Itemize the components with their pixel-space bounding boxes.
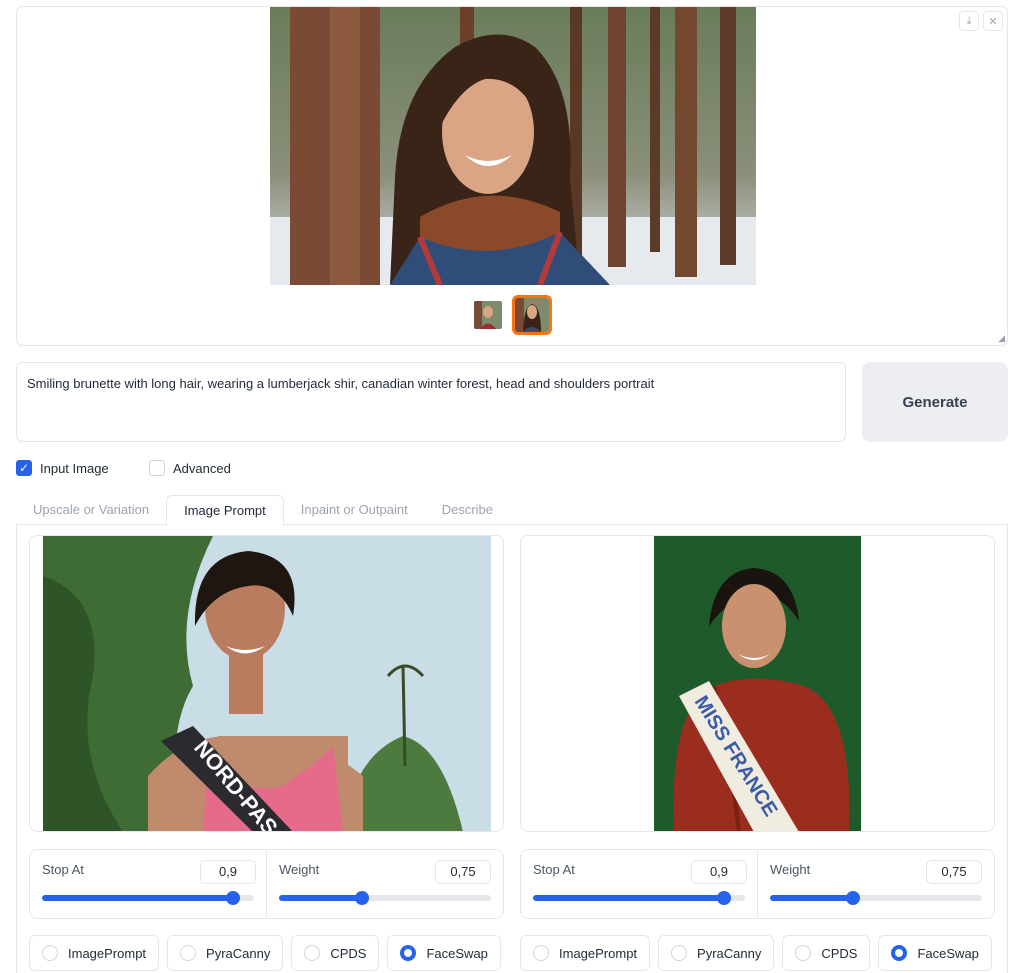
- download-icon[interactable]: ⤓: [959, 11, 979, 31]
- stop-at-input[interactable]: 0,9: [691, 860, 747, 884]
- stop-at-input[interactable]: 0,9: [200, 860, 256, 884]
- radio-label: ImagePrompt: [68, 945, 147, 961]
- slider-fill: [279, 895, 362, 901]
- slider-fill: [42, 895, 233, 901]
- radio-imageprompt[interactable]: ImagePrompt: [29, 935, 160, 971]
- thumbnail-1[interactable]: [472, 299, 504, 331]
- radio-cpds[interactable]: CPDS: [782, 935, 871, 971]
- radio-circle-icon[interactable]: [795, 945, 812, 961]
- stop-at-slider[interactable]: [533, 891, 745, 905]
- tab-upscale-or-variation[interactable]: Upscale or Variation: [16, 495, 166, 525]
- radio-circle-icon[interactable]: [400, 945, 417, 961]
- weight-control-2: Weight 0,75: [758, 850, 994, 918]
- advanced-label: Advanced: [173, 460, 231, 476]
- weight-input[interactable]: 0,75: [926, 860, 982, 884]
- resize-handle-icon[interactable]: ◢: [998, 333, 1005, 344]
- generate-button[interactable]: Generate: [862, 362, 1008, 442]
- output-gallery: ⤓ ✕ ◢: [16, 6, 1008, 346]
- input-image-checkbox[interactable]: ✓ Input Image: [16, 460, 109, 476]
- radio-label: FaceSwap: [917, 945, 979, 961]
- image-prompt-1-image[interactable]: NORD-PAS: [29, 535, 504, 832]
- slider-handle[interactable]: [354, 891, 369, 905]
- tab-image-prompt[interactable]: Image Prompt: [166, 495, 284, 526]
- gallery-toolbar: ⤓ ✕: [959, 11, 1003, 31]
- checkbox-unchecked-icon[interactable]: [149, 460, 165, 476]
- slider-handle[interactable]: [845, 891, 860, 905]
- stop-at-control-2: Stop At 0,9: [521, 850, 757, 918]
- radio-faceswap[interactable]: FaceSwap: [878, 935, 992, 971]
- radio-circle-icon[interactable]: [671, 945, 688, 961]
- radio-label: CPDS: [330, 945, 367, 961]
- prompt-textarea[interactable]: Smiling brunette with long hair, wearing…: [16, 362, 846, 442]
- weight-slider[interactable]: [770, 891, 982, 905]
- checkbox-checked-icon[interactable]: ✓: [16, 460, 32, 476]
- weight-input[interactable]: 0,75: [435, 860, 491, 884]
- radio-label: FaceSwap: [426, 945, 488, 961]
- thumbnail-2[interactable]: [512, 295, 552, 335]
- image-prompt-2-controls: Stop At 0,9 Weight 0,75: [520, 849, 995, 919]
- weight-label: Weight: [770, 862, 811, 877]
- radio-circle-icon[interactable]: [42, 945, 58, 961]
- radio-circle-icon[interactable]: [533, 945, 549, 961]
- radio-cpds[interactable]: CPDS: [291, 935, 380, 971]
- radio-circle-icon[interactable]: [891, 945, 908, 961]
- stop-at-slider[interactable]: [42, 891, 254, 905]
- radio-imageprompt[interactable]: ImagePrompt: [520, 935, 651, 971]
- radio-faceswap[interactable]: FaceSwap: [387, 935, 501, 971]
- radio-label: PyraCanny: [206, 945, 271, 961]
- thumbnail-strip: [17, 295, 1007, 335]
- radio-label: CPDS: [821, 945, 858, 961]
- close-icon[interactable]: ✕: [983, 11, 1003, 31]
- slider-handle[interactable]: [716, 891, 731, 905]
- input-tabs: Upscale or Variation Image Prompt Inpain…: [16, 495, 1008, 526]
- radio-pyracanny[interactable]: PyraCanny: [167, 935, 284, 971]
- generated-image[interactable]: [270, 7, 756, 285]
- input-image-label: Input Image: [40, 460, 109, 476]
- stop-at-label: Stop At: [42, 862, 84, 877]
- image-prompt-1-controls: Stop At 0,9 Weight 0,75: [29, 849, 504, 919]
- advanced-checkbox[interactable]: Advanced: [149, 460, 231, 476]
- image-prompt-2-type: ImagePrompt PyraCanny CPDS FaceSwap: [520, 935, 992, 971]
- weight-control-1: Weight 0,75: [267, 850, 503, 918]
- weight-label: Weight: [279, 862, 320, 877]
- tab-describe[interactable]: Describe: [425, 495, 510, 525]
- tab-inpaint-or-outpaint[interactable]: Inpaint or Outpaint: [284, 495, 425, 525]
- radio-label: PyraCanny: [697, 945, 762, 961]
- slider-handle[interactable]: [225, 891, 240, 905]
- slider-fill: [533, 895, 724, 901]
- image-prompt-2-image[interactable]: MISS FRANCE: [520, 535, 995, 832]
- radio-pyracanny[interactable]: PyraCanny: [658, 935, 775, 971]
- radio-circle-icon[interactable]: [304, 945, 321, 961]
- weight-slider[interactable]: [279, 891, 491, 905]
- stop-at-label: Stop At: [533, 862, 575, 877]
- image-prompt-1-type: ImagePrompt PyraCanny CPDS FaceSwap: [29, 935, 501, 971]
- stop-at-control-1: Stop At 0,9: [30, 850, 266, 918]
- radio-circle-icon[interactable]: [180, 945, 197, 961]
- radio-label: ImagePrompt: [559, 945, 638, 961]
- slider-fill: [770, 895, 853, 901]
